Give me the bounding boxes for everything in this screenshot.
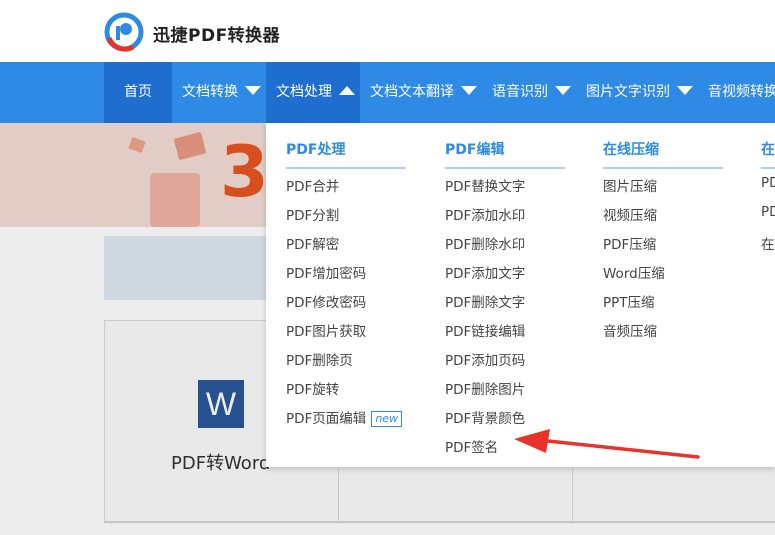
caret-up-icon <box>339 86 355 95</box>
menu-item-pdf-decrypt[interactable]: PDF解密 <box>286 233 339 253</box>
menu-item-word-compress[interactable]: Word压缩 <box>603 262 665 282</box>
menu-item-pdf-add-page-numbers[interactable]: PDF添加页码 <box>445 349 525 369</box>
menu-item-partial[interactable]: 在 <box>761 233 775 253</box>
nav-item-av-convert[interactable]: 音视频转换 <box>708 62 775 123</box>
nav-item-speech-recognition[interactable]: 语音识别 <box>492 62 571 123</box>
menu-item-pdf-change-password[interactable]: PDF修改密码 <box>286 291 366 311</box>
nav-item-label: 图片文字识别 <box>586 84 670 100</box>
column-title: PDF编辑 <box>445 139 565 169</box>
menu-item-pdf-rotate[interactable]: PDF旋转 <box>286 378 339 398</box>
nav-item-label: 首页 <box>124 84 152 100</box>
xunjie-logo-icon[interactable] <box>103 12 145 52</box>
nav-item-home[interactable]: 首页 <box>104 62 172 123</box>
menu-item-video-compress[interactable]: 视频压缩 <box>603 204 657 224</box>
site-name[interactable]: 迅捷PDF转换器 <box>153 21 280 46</box>
menu-item-pdf-remove-watermark[interactable]: PDF删除水印 <box>445 233 525 253</box>
menu-item-pdf-delete-pages[interactable]: PDF删除页 <box>286 349 353 369</box>
column-title: 在线压缩 <box>603 139 723 169</box>
caret-down-icon <box>555 86 571 95</box>
new-badge: new <box>371 411 403 427</box>
menu-item-label: PDF页面编辑 <box>286 411 367 427</box>
nav-item-label: 音视频转换 <box>708 84 775 100</box>
menu-item-pdf-add-text[interactable]: PDF添加文字 <box>445 262 525 282</box>
menu-item-image-compress[interactable]: 图片压缩 <box>603 175 657 195</box>
caret-down-icon <box>245 86 261 95</box>
menu-item-pdf-add-password[interactable]: PDF增加密码 <box>286 262 366 282</box>
nav-item-doc-process[interactable]: 文档处理 <box>266 62 360 123</box>
column-title: PDF处理 <box>286 139 406 169</box>
site-header: 迅捷PDF转换器 <box>0 0 775 62</box>
menu-item-pdf-merge[interactable]: PDF合并 <box>286 175 339 195</box>
menu-item-partial[interactable]: PD <box>761 175 775 191</box>
doc-process-dropdown: PDF处理 PDF合并 PDF分割 PDF解密 PDF增加密码 PDF修改密码 … <box>266 123 775 467</box>
nav-item-label: 语音识别 <box>492 84 548 100</box>
menu-item-pdf-signature[interactable]: PDF签名 <box>445 436 498 456</box>
menu-item-pdf-compress[interactable]: PDF压缩 <box>603 233 656 253</box>
menu-item-ppt-compress[interactable]: PPT压缩 <box>603 291 655 311</box>
menu-item-audio-compress[interactable]: 音频压缩 <box>603 320 657 340</box>
menu-item-pdf-extract-images[interactable]: PDF图片获取 <box>286 320 366 340</box>
menu-item-pdf-delete-images[interactable]: PDF删除图片 <box>445 378 525 398</box>
caret-down-icon <box>461 86 477 95</box>
nav-item-doc-convert[interactable]: 文档转换 <box>182 62 261 123</box>
nav-item-doc-translate[interactable]: 文档文本翻译 <box>370 62 477 123</box>
menu-item-pdf-page-edit[interactable]: PDF页面编辑 new <box>286 407 403 427</box>
menu-item-partial[interactable]: PD <box>761 204 775 220</box>
nav-item-image-ocr[interactable]: 图片文字识别 <box>586 62 693 123</box>
menu-item-pdf-delete-text[interactable]: PDF删除文字 <box>445 291 525 311</box>
nav-item-label: 文档转换 <box>182 84 238 100</box>
nav-item-label: 文档文本翻译 <box>370 84 454 100</box>
nav-item-label: 文档处理 <box>276 84 332 100</box>
menu-item-pdf-replace-text[interactable]: PDF替换文字 <box>445 175 525 195</box>
annotation-arrow-icon <box>514 429 700 459</box>
menu-item-pdf-add-watermark[interactable]: PDF添加水印 <box>445 204 525 224</box>
main-nav: 首页 文档转换 文档处理 文档文本翻译 语音识别 图片文字识别 音视频转换 <box>0 62 775 123</box>
column-title: 在 <box>761 139 775 169</box>
menu-item-pdf-link-edit[interactable]: PDF链接编辑 <box>445 320 525 340</box>
caret-down-icon <box>677 86 693 95</box>
menu-item-pdf-background-color[interactable]: PDF背景颜色 <box>445 407 525 427</box>
menu-item-pdf-split[interactable]: PDF分割 <box>286 204 339 224</box>
